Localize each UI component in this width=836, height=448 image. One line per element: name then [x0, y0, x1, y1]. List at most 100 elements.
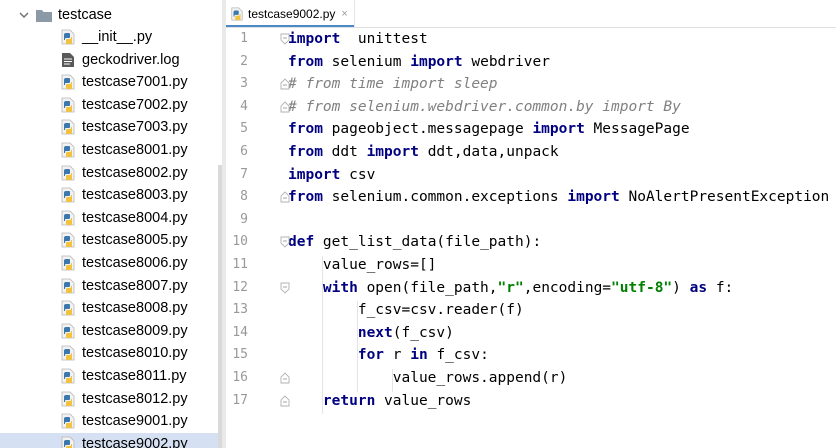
- indent-guide: [322, 256, 323, 415]
- python-file-icon: [61, 165, 75, 180]
- code-token: MessagePage: [584, 121, 690, 138]
- file-label: testcase7003.py: [82, 119, 188, 136]
- code-line: from pageobject.messagepage import Messa…: [288, 118, 690, 140]
- code-line: value_rows.append(r): [288, 367, 568, 389]
- tree-file-item[interactable]: __init__.py: [0, 26, 152, 48]
- chevron-down-icon[interactable]: [18, 9, 30, 21]
- file-label: testcase8010.py: [82, 345, 188, 362]
- string-token: "utf-8": [611, 279, 673, 296]
- close-icon[interactable]: ×: [341, 8, 347, 20]
- python-file-icon: [61, 413, 75, 429]
- code-token: value_rows.append(r): [288, 370, 568, 386]
- tree-file-item[interactable]: testcase8006.py: [0, 252, 188, 274]
- tree-file-item[interactable]: geckodriver.log: [0, 49, 180, 71]
- code-token: ): [672, 279, 690, 296]
- code-token: f_csv:: [427, 347, 489, 364]
- code-line: value_rows=[]: [288, 254, 437, 276]
- tree-file-item[interactable]: testcase8011.py: [0, 365, 187, 387]
- file-label: testcase9002.py: [82, 435, 188, 448]
- tree-file-item[interactable]: testcase9001.py: [0, 410, 188, 432]
- fold-start-icon[interactable]: [280, 282, 290, 294]
- file-label: testcase8006.py: [82, 255, 188, 271]
- line-number: 9: [240, 211, 248, 227]
- line-number: 17: [232, 392, 248, 408]
- active-tab-indicator: [226, 25, 354, 27]
- folder-label: testcase: [58, 7, 112, 23]
- line-number: 4: [240, 98, 248, 114]
- indent-guide: [392, 369, 393, 392]
- code-line: def get_list_data(file_path):: [288, 231, 541, 253]
- line-number: 13: [232, 302, 248, 318]
- code-token: selenium: [322, 53, 411, 70]
- tree-file-item[interactable]: testcase8003.py: [0, 184, 188, 206]
- file-label: testcase9001.py: [82, 413, 188, 430]
- line-number: 12: [232, 279, 248, 295]
- python-file-icon: [61, 187, 75, 203]
- line-number: 6: [240, 144, 248, 159]
- code-token: webdriver: [462, 53, 550, 70]
- python-file-icon: [61, 278, 75, 293]
- tree-file-item[interactable]: testcase7002.py: [0, 94, 188, 116]
- tree-file-item[interactable]: testcase8009.py: [0, 320, 188, 342]
- tree-file-item[interactable]: testcase8007.py: [0, 275, 188, 297]
- tree-file-item[interactable]: testcase7003.py: [0, 116, 188, 138]
- keyword-token: next: [357, 324, 393, 341]
- fold-end-icon[interactable]: [280, 78, 290, 90]
- tree-file-item[interactable]: testcase8008.py: [0, 297, 188, 319]
- keyword-token: with: [322, 279, 358, 296]
- code-token: (f_csv): [392, 324, 454, 341]
- code-token: f_csv=csv.reader(f): [288, 302, 524, 319]
- tree-file-item[interactable]: testcase8004.py: [0, 207, 188, 229]
- file-label: testcase8007.py: [82, 277, 188, 294]
- indent-guide: [357, 301, 358, 392]
- python-file-icon: [61, 345, 75, 361]
- fold-start-icon[interactable]: [280, 33, 290, 45]
- code-line: f_csv=csv.reader(f): [288, 299, 524, 321]
- line-number: 7: [240, 166, 248, 182]
- fold-end-icon[interactable]: [280, 394, 290, 407]
- fold-end-icon[interactable]: [280, 101, 290, 113]
- code-token: csv: [340, 166, 376, 183]
- string-token: "r": [497, 279, 524, 296]
- editor-tab-testcase9002[interactable]: testcase9002.py ×: [226, 0, 355, 27]
- log-file-icon: [62, 52, 74, 67]
- python-file-icon: [61, 210, 75, 226]
- tree-file-item[interactable]: testcase9002.py: [0, 432, 222, 448]
- fold-start-icon[interactable]: [280, 236, 290, 249]
- tree-file-item[interactable]: testcase8005.py: [0, 229, 188, 251]
- tree-file-item[interactable]: testcase8002.py: [0, 162, 188, 184]
- python-file-icon: [61, 368, 75, 384]
- code-line: return value_rows: [288, 390, 471, 412]
- code-editor[interactable]: testcase9002.py × import unittest from se…: [226, 0, 836, 448]
- keyword-token: from: [288, 144, 323, 160]
- tree-file-item[interactable]: testcase7001.py: [0, 71, 188, 93]
- keyword-token: import: [288, 31, 341, 47]
- code-token: ddt,data,unpack: [418, 144, 559, 160]
- fold-end-icon[interactable]: [280, 191, 290, 203]
- python-file-icon: [61, 74, 75, 90]
- code-line: import csv: [288, 164, 375, 186]
- file-label: testcase8012.py: [82, 390, 188, 407]
- tree-file-item[interactable]: testcase8012.py: [0, 388, 188, 410]
- keyword-token: import: [366, 144, 419, 160]
- keyword-token: from: [288, 121, 323, 138]
- fold-end-icon[interactable]: [280, 372, 290, 384]
- python-file-icon: [61, 300, 75, 316]
- python-file-icon: [61, 255, 75, 271]
- tree-file-item[interactable]: testcase8001.py: [0, 139, 188, 161]
- project-tree: testcase __init__.py geckodriver.log testc…: [0, 0, 222, 448]
- tree-folder-testcase[interactable]: testcase: [0, 4, 112, 26]
- line-number: 14: [232, 324, 248, 340]
- python-file-icon: [61, 142, 75, 158]
- line-number: 2: [240, 53, 248, 69]
- code-token: get_list_data(file_path):: [314, 234, 542, 251]
- python-file-icon: [61, 97, 75, 113]
- file-label: testcase8002.py: [82, 164, 188, 181]
- tree-file-item[interactable]: testcase8010.py: [0, 342, 188, 364]
- code-line: from selenium.common.exceptions import N…: [288, 186, 829, 208]
- code-token: value_rows: [375, 392, 472, 409]
- line-number: 1: [240, 31, 248, 46]
- python-file-icon: [61, 232, 75, 248]
- comment-token: # from time import sleep: [288, 76, 498, 93]
